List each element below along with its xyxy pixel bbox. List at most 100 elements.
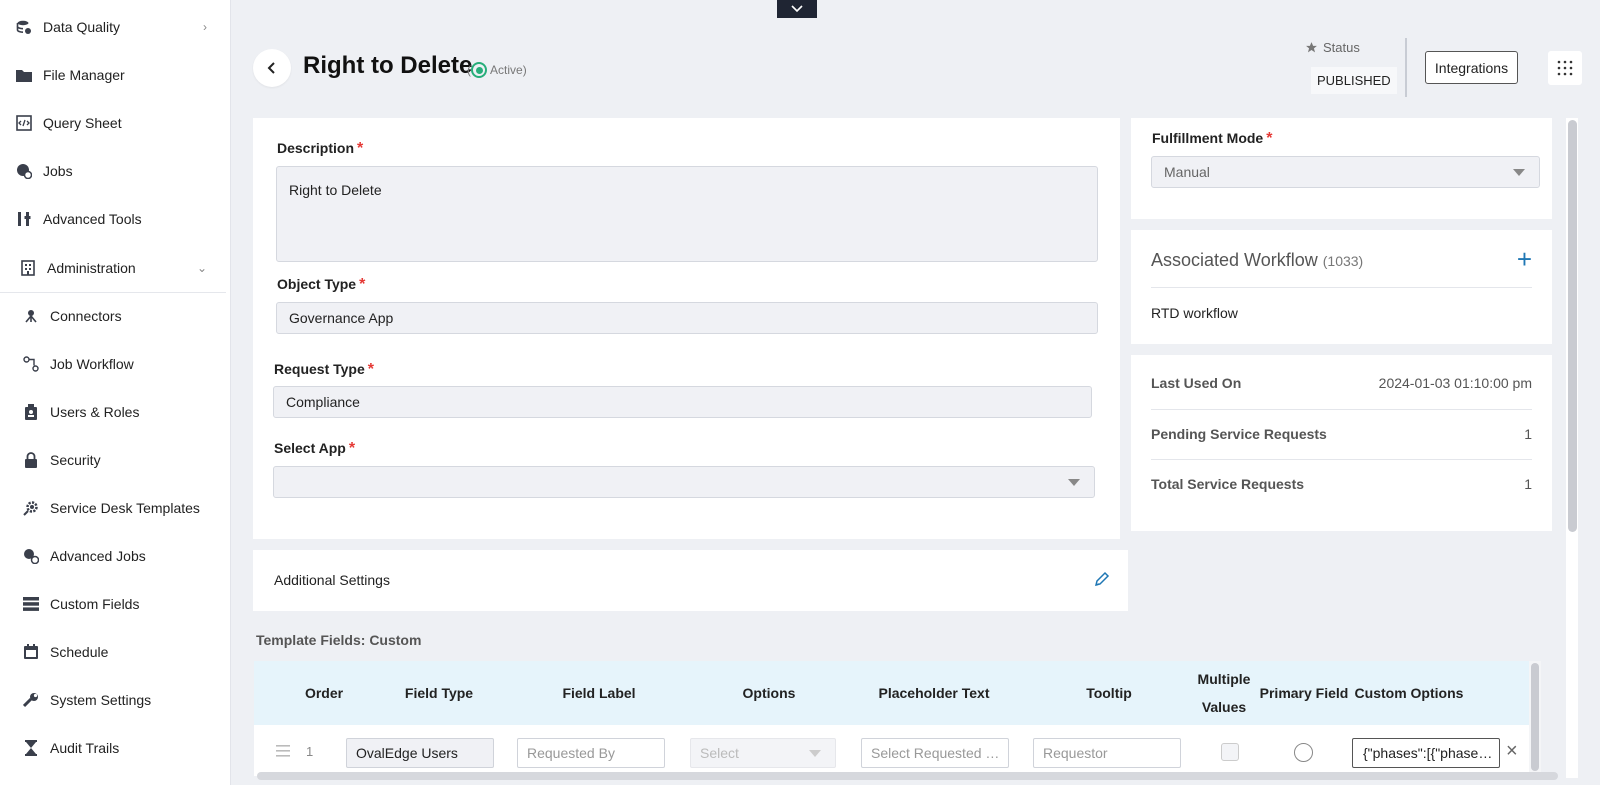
lock-icon (22, 451, 40, 469)
page-scrollbar-thumb[interactable] (1568, 120, 1577, 532)
active-status: ( Active ) (467, 62, 527, 78)
chevron-right-icon: › (203, 20, 207, 34)
fulfillment-mode-dropdown[interactable]: Manual (1151, 156, 1540, 188)
sidebar-item-administration[interactable]: Administration ⌄ (0, 248, 231, 288)
workflow-item[interactable]: RTD workflow (1151, 305, 1238, 321)
sidebar-item-label: Schedule (50, 644, 109, 660)
options-placeholder: Select (700, 745, 739, 761)
stat-value: 1 (1524, 426, 1532, 442)
fulfillment-mode-value: Manual (1164, 164, 1210, 180)
sidebar-item-label: Query Sheet (43, 115, 122, 131)
sidebar-divider (0, 292, 226, 293)
field-label-input[interactable]: Requested By (517, 738, 665, 768)
collapse-toggle[interactable] (777, 0, 817, 18)
column-header-placeholder: Placeholder Text (878, 685, 990, 701)
grid-icon (1557, 60, 1573, 76)
tools-icon (15, 210, 33, 228)
row-order: 1 (306, 744, 314, 759)
divider (1151, 287, 1532, 288)
add-workflow-button[interactable]: + (1517, 246, 1532, 272)
sidebar-item-label: System Settings (50, 692, 152, 708)
clear-row-icon[interactable]: × (1506, 740, 1518, 763)
status-label-text: Status (1323, 40, 1360, 55)
sidebar-item-label: File Manager (43, 67, 125, 83)
description-field[interactable]: Right to Delete (276, 166, 1098, 262)
status-label: Status (1305, 40, 1360, 55)
sidebar-item-advanced-jobs[interactable]: Advanced Jobs (0, 536, 231, 576)
drag-handle[interactable] (276, 744, 290, 762)
sidebar-item-audit-trails[interactable]: Audit Trails (0, 728, 231, 768)
edit-button[interactable] (1094, 571, 1110, 592)
chevron-left-icon (267, 62, 275, 74)
placeholder-text-input[interactable]: Select Requested … (861, 738, 1009, 768)
column-header-primary-field: Primary Field (1259, 685, 1349, 701)
chevron-down-icon: ⌄ (196, 261, 207, 275)
stat-key: Total Service Requests (1151, 476, 1305, 492)
stat-row-pending: Pending Service Requests 1 (1151, 426, 1532, 446)
stat-row-last-used: Last Used On 2024-01-03 01:10:00 pm (1151, 375, 1532, 395)
back-button[interactable] (253, 49, 291, 87)
advanced-jobs-icon (22, 547, 40, 565)
sidebar-item-label: Security (50, 452, 101, 468)
sidebar-item-security[interactable]: Security (0, 440, 231, 480)
table-header: Order Field Type Field Label Options Pla… (254, 661, 1529, 725)
required-mark: * (357, 140, 364, 157)
sidebar-item-file-manager[interactable]: File Manager (0, 55, 231, 95)
select-app-dropdown[interactable] (273, 466, 1095, 498)
workflow-title: Associated Workflow (1033) (1151, 250, 1363, 271)
tooltip-input[interactable]: Requestor (1033, 738, 1181, 768)
sidebar-item-system-settings[interactable]: System Settings (0, 680, 231, 720)
sidebar-item-service-desk-templates[interactable]: Service Desk Templates (0, 488, 231, 528)
column-header-options: Options (742, 685, 796, 701)
page-title: Right to Delete (303, 52, 473, 79)
additional-settings-label: Additional Settings (274, 572, 390, 588)
stat-key: Last Used On (1151, 375, 1242, 391)
additional-settings-card: Additional Settings (253, 550, 1128, 611)
sidebar-item-schedule[interactable]: Schedule (0, 632, 231, 672)
divider (1151, 459, 1532, 460)
calendar-icon (22, 643, 40, 661)
jobs-icon (15, 162, 33, 180)
drag-handle-icon (276, 745, 290, 757)
header-divider (1405, 38, 1407, 97)
select-app-label: Select App * (274, 440, 355, 458)
paren-close: ) (522, 63, 527, 77)
sidebar-item-label: Custom Fields (50, 596, 140, 612)
stat-row-total: Total Service Requests 1 (1151, 476, 1532, 496)
select-app-label-text: Select App (274, 440, 346, 456)
request-type-field[interactable]: Compliance (273, 386, 1092, 418)
integrations-button[interactable]: Integrations (1425, 51, 1518, 84)
apps-grid-button[interactable] (1548, 51, 1582, 85)
sidebar-item-custom-fields[interactable]: Custom Fields (0, 584, 231, 624)
custom-options-input[interactable]: {"phases":[{"phase… (1352, 738, 1500, 768)
divider (1151, 409, 1532, 410)
multiple-values-checkbox[interactable] (1221, 743, 1239, 761)
options-dropdown[interactable]: Select (690, 738, 836, 768)
stats-card: Last Used On 2024-01-03 01:10:00 pm Pend… (1131, 355, 1552, 531)
workflow-card: Associated Workflow (1033) + RTD workflo… (1131, 230, 1552, 344)
fields-icon (22, 595, 40, 613)
sidebar-item-jobs[interactable]: Jobs (0, 151, 231, 191)
sidebar-item-users-roles[interactable]: Users & Roles (0, 392, 231, 432)
object-type-field[interactable]: Governance App (276, 302, 1098, 334)
fulfillment-card: Fulfillment Mode * Manual (1131, 118, 1552, 219)
sidebar-item-advanced-tools[interactable]: Advanced Tools (0, 199, 231, 239)
table-horizontal-scrollbar[interactable] (257, 772, 1558, 780)
sidebar-item-label: Job Workflow (50, 356, 134, 372)
table-title: Template Fields: Custom (256, 632, 422, 648)
active-status-label: Active (490, 63, 523, 77)
required-mark: * (1266, 130, 1273, 147)
required-mark: * (359, 276, 366, 293)
gear-icon (22, 499, 40, 517)
hourglass-icon (22, 739, 40, 757)
table-scrollbar-thumb[interactable] (1531, 663, 1539, 771)
sidebar-item-label: Service Desk Templates (50, 500, 200, 516)
primary-field-radio[interactable] (1294, 743, 1313, 762)
field-type-input[interactable]: OvalEdge Users (346, 738, 494, 768)
sidebar-item-query-sheet[interactable]: Query Sheet (0, 103, 231, 143)
sidebar-item-job-workflow[interactable]: Job Workflow (0, 344, 231, 384)
sidebar-item-data-quality[interactable]: Data Quality › (0, 7, 231, 47)
workflow-title-text: Associated Workflow (1151, 250, 1318, 270)
active-dot-icon (471, 62, 487, 78)
sidebar-item-connectors[interactable]: Connectors (0, 296, 231, 336)
